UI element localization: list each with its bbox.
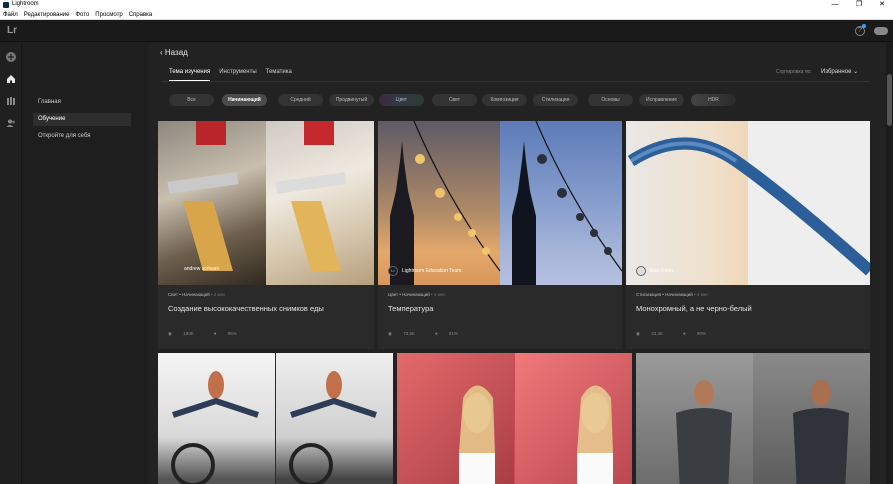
tab-subjects[interactable]: Тематика [266, 69, 292, 81]
rating-stat: ● 95% [214, 331, 247, 337]
cloud-sync-icon[interactable] [874, 27, 888, 35]
chip-beginner[interactable]: Начинающий [222, 94, 267, 106]
card-age: • 4 мес [210, 292, 226, 297]
tutorial-thumbnail [626, 121, 870, 285]
tutorial-card[interactable] [636, 353, 870, 484]
sort-label: Сортировка по: [776, 69, 812, 75]
chip-advanced[interactable]: Продвинутый [329, 94, 374, 106]
author-label: Nick Rains [636, 266, 674, 276]
rating-value: 90% [696, 331, 706, 336]
tutorial-card[interactable]: Lr Lightroom Education Team Цвет • Начин… [378, 121, 622, 349]
card-title: Монохромный, а не черно-белый [636, 304, 752, 313]
card-age: • 1 мес [431, 292, 446, 297]
author-label: Lr Lightroom Education Team [388, 266, 461, 276]
views-count: 23.3K [651, 331, 663, 336]
rating-stat: ● 90% [683, 331, 716, 337]
author-name: Nick Rains [650, 268, 674, 274]
tutorial-card[interactable] [397, 353, 632, 484]
menu-bar: Файл Редактирование Фото Просмотр Справк… [0, 10, 893, 20]
card-title: Создание высококачественных снимков еды [168, 304, 324, 313]
people-icon[interactable] [5, 117, 17, 129]
sidebar-item-home[interactable]: Главная [33, 96, 131, 109]
maximize-button[interactable]: ❐ [849, 0, 869, 10]
card-stats: ◉ 23.3K ● 90% [636, 331, 726, 337]
learn-sidebar: Главная Обучение Откройте для себя [23, 43, 149, 484]
menu-file[interactable]: Файл [3, 12, 18, 18]
eye-icon: ◉ [388, 331, 394, 336]
rating-icon: ● [682, 331, 687, 336]
menu-photo[interactable]: Фото [75, 12, 89, 18]
card-meta: Цвет • Начинающий • 1 мес [388, 292, 445, 297]
card-meta: Стилизация • Начинающий • 4 мес [636, 292, 708, 297]
menu-edit[interactable]: Редактирование [24, 12, 70, 18]
tab-bar: Тема изучения Инструменты Тематика [169, 69, 301, 81]
eye-icon: ◉ [168, 331, 174, 336]
card-tag: Свет • Начинающий [168, 292, 210, 297]
library-icon[interactable] [5, 95, 17, 107]
tab-learning-topic[interactable]: Тема изучения [169, 69, 211, 81]
chip-basics[interactable]: Основы [588, 94, 633, 106]
tutorial-card[interactable]: andrew scrivani Свет • Начинающий • 4 ме… [158, 121, 374, 349]
card-meta: Свет • Начинающий • 4 мес [168, 292, 225, 297]
add-icon[interactable] [5, 51, 17, 63]
rating-stat: ● 91% [435, 331, 468, 337]
window-title: Lightroom [12, 1, 39, 7]
sidebar-item-learn[interactable]: Обучение [33, 113, 131, 126]
chip-light[interactable]: Свет [432, 94, 477, 106]
chip-stylization[interactable]: Стилизация [533, 94, 578, 106]
sidebar-item-discover[interactable]: Откройте для себя [33, 130, 131, 143]
menu-help[interactable]: Справка [129, 12, 153, 18]
chip-composition[interactable]: Композиция [482, 94, 527, 106]
tutorial-thumbnail [378, 121, 622, 285]
app-header: Lr ? [0, 20, 893, 42]
views-stat: ◉ 73.6K [388, 331, 425, 337]
card-tag: Цвет • Начинающий [388, 292, 430, 297]
tab-tools[interactable]: Инструменты [219, 69, 256, 81]
views-stat: ◉ 23.3K [636, 331, 673, 337]
sort-dropdown[interactable]: Избранное ⌄ [821, 68, 858, 75]
card-stats: ◉ 190K ● 95% [168, 331, 257, 337]
back-label: Назад [164, 48, 188, 57]
window-titlebar: Lightroom — ❐ ✕ [0, 0, 893, 10]
close-button[interactable]: ✕ [872, 0, 892, 10]
menu-view[interactable]: Просмотр [95, 12, 122, 18]
tutorial-card[interactable]: Nick Rains Стилизация • Начинающий • 4 м… [626, 121, 870, 349]
tutorial-card[interactable] [158, 353, 393, 484]
tutorial-thumbnail [158, 121, 374, 285]
views-stat: ◉ 190K [168, 331, 204, 337]
icon-rail [0, 43, 22, 484]
main-panel: ‹ Назад Тема изучения Инструменты Темати… [149, 43, 893, 484]
chevron-left-icon: ‹ [160, 48, 163, 57]
chip-all[interactable]: Все [169, 94, 214, 106]
author-name: Lightroom Education Team [402, 268, 462, 274]
chip-intermediate[interactable]: Средний [278, 94, 323, 106]
rating-value: 95% [227, 331, 237, 336]
author-avatar: Lr [388, 266, 398, 276]
chip-fixes[interactable]: Исправление [639, 94, 684, 106]
card-age: • 4 мес [694, 292, 709, 297]
back-button[interactable]: ‹ Назад [160, 48, 188, 57]
eye-icon: ◉ [636, 331, 642, 336]
rating-icon: ● [434, 331, 439, 336]
minimize-button[interactable]: — [825, 0, 845, 10]
lr-logo: Lr [7, 25, 17, 36]
scrollbar-thumb[interactable] [887, 74, 892, 126]
notification-dot [862, 24, 866, 28]
home-icon[interactable] [5, 73, 17, 85]
chip-hdr[interactable]: HDR [691, 94, 736, 106]
author-name: andrew scrivani [184, 266, 219, 272]
rating-icon: ● [213, 331, 218, 336]
chip-color[interactable]: Цвет [379, 94, 424, 106]
rating-value: 91% [448, 331, 458, 336]
card-tag: Стилизация • Начинающий [636, 292, 693, 297]
views-count: 73.6K [403, 331, 415, 336]
card-stats: ◉ 73.6K ● 91% [388, 331, 478, 337]
card-title: Температура [388, 304, 434, 313]
lightroom-app-icon [3, 2, 9, 8]
views-count: 190K [183, 331, 194, 336]
tab-divider [161, 81, 870, 82]
author-label: andrew scrivani [184, 266, 219, 272]
author-avatar [636, 266, 646, 276]
